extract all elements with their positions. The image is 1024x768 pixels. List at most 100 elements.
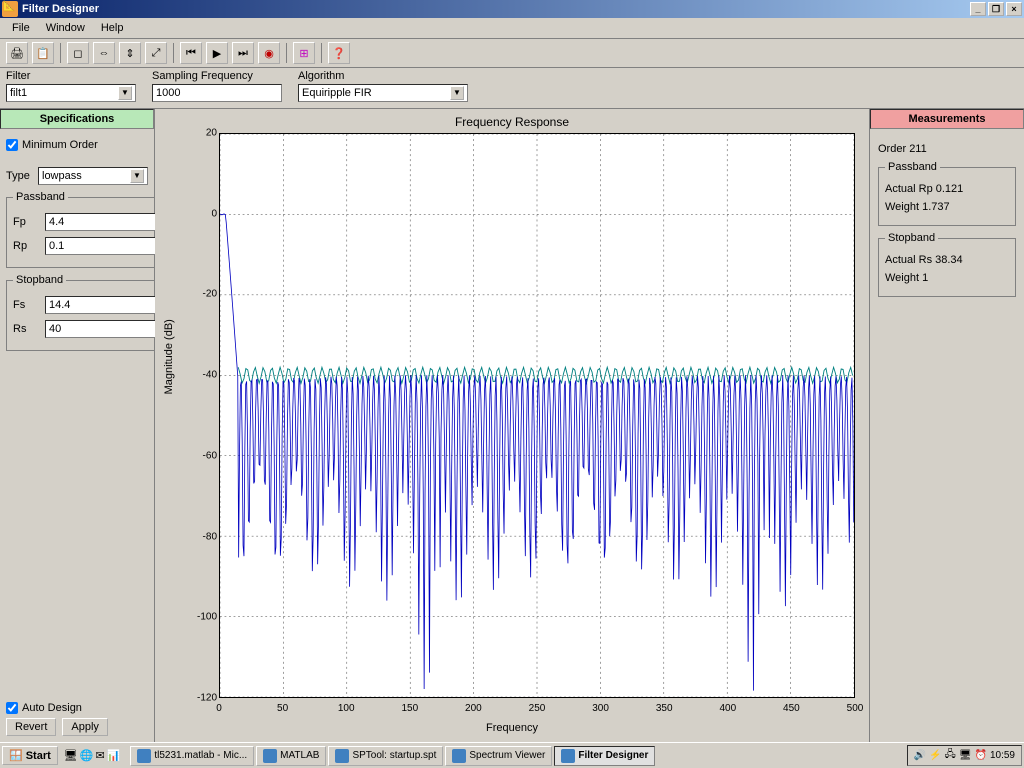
x-tick: 300: [592, 703, 609, 714]
x-tick: 0: [216, 703, 222, 714]
plot-title: Frequency Response: [159, 115, 865, 129]
taskbar-item[interactable]: tl5231.matlab - Mic...: [130, 746, 254, 766]
taskbar-item-active[interactable]: Filter Designer: [554, 746, 655, 766]
taskbar: 🪟 Start 🖥 🌐 ✉ 📊 tl5231.matlab - Mic... M…: [0, 742, 1024, 768]
order-label: Order: [878, 143, 906, 155]
poles-zeros-icon[interactable]: ⊞: [293, 42, 315, 64]
system-tray[interactable]: 🔊 ⚡ 🖧 🖥 ⏰ 10:59: [907, 745, 1022, 766]
specifications-panel: Specifications Minimum Order Type lowpas…: [0, 109, 155, 742]
x-tick: 50: [277, 703, 288, 714]
weight-passband: Weight 1.737: [885, 201, 1009, 213]
filter-icon: [561, 749, 575, 763]
print-icon[interactable]: 🖨: [6, 42, 28, 64]
clock: 10:59: [990, 750, 1015, 761]
y-tick: 0: [189, 208, 217, 219]
type-label: Type: [6, 170, 34, 182]
meas-stopband-fieldset: Stopband Actual Rs 38.34 Weight 1: [878, 232, 1016, 297]
frequency-response-plot[interactable]: [219, 133, 855, 698]
apply-button[interactable]: Apply: [62, 718, 108, 736]
y-tick: -40: [189, 370, 217, 381]
auto-design-checkbox[interactable]: [6, 702, 18, 714]
measurements-panel: Measurements Order 211 Passband Actual R…: [869, 109, 1024, 742]
tray-icon[interactable]: 🖥: [959, 750, 972, 761]
start-label: Start: [26, 750, 51, 762]
taskbar-item[interactable]: Spectrum Viewer: [445, 746, 552, 766]
tray-icon[interactable]: ⏰: [975, 750, 987, 761]
quick-launch-icon[interactable]: ✉: [95, 749, 104, 762]
plot-panel: Frequency Response Magnitude (dB) Freque…: [155, 109, 869, 742]
sampling-freq-input[interactable]: [152, 84, 282, 102]
minimize-button[interactable]: _: [970, 2, 986, 16]
zoom-x-icon[interactable]: ⇔: [93, 42, 115, 64]
menu-window[interactable]: Window: [38, 20, 93, 36]
y-tick: -20: [189, 289, 217, 300]
taskbar-item[interactable]: SPTool: startup.spt: [328, 746, 443, 766]
copy-icon[interactable]: 📋: [32, 42, 54, 64]
menu-file[interactable]: File: [4, 20, 38, 36]
rs-label: Rs: [13, 323, 41, 335]
close-button[interactable]: ×: [1006, 2, 1022, 16]
tray-icon[interactable]: 🔊: [914, 750, 926, 761]
quick-launch-icon[interactable]: 🖥: [64, 749, 78, 762]
spectrum-icon: [452, 749, 466, 763]
measurements-header: Measurements: [870, 109, 1024, 129]
y-tick: -80: [189, 531, 217, 542]
filter-label: Filter: [6, 70, 136, 82]
meas-passband-fieldset: Passband Actual Rp 0.121 Weight 1.737: [878, 161, 1016, 226]
order-value: 211: [909, 143, 927, 155]
menubar: File Window Help: [0, 18, 1024, 39]
matlab-icon: [263, 749, 277, 763]
start-button[interactable]: 🪟 Start: [2, 746, 58, 765]
minimum-order-checkbox[interactable]: [6, 139, 18, 151]
stopband-legend: Stopband: [13, 274, 66, 286]
chevron-down-icon[interactable]: ▼: [118, 86, 132, 100]
meas-stopband-legend: Stopband: [885, 232, 938, 244]
window-title: Filter Designer: [22, 3, 99, 15]
tray-icon[interactable]: 🖧: [945, 747, 956, 764]
maximize-button[interactable]: ❐: [988, 2, 1004, 16]
x-tick: 400: [719, 703, 736, 714]
y-tick: -60: [189, 450, 217, 461]
skip-end-icon[interactable]: ⏭: [232, 42, 254, 64]
overlay-icon[interactable]: ◉: [258, 42, 280, 64]
windows-icon: 🪟: [9, 749, 23, 762]
zoom-y-icon[interactable]: ⇕: [119, 42, 141, 64]
quick-launch-icon[interactable]: 🌐: [80, 749, 94, 762]
y-tick: -100: [189, 612, 217, 623]
menu-help[interactable]: Help: [93, 20, 132, 36]
auto-design-label: Auto Design: [22, 702, 82, 714]
taskbar-item[interactable]: MATLAB: [256, 746, 326, 766]
filter-value: filt1: [10, 87, 27, 99]
word-icon: [137, 749, 151, 763]
sampling-freq-label: Sampling Frequency: [152, 70, 282, 82]
weight-stopband: Weight 1: [885, 272, 1009, 284]
y-tick: -120: [189, 693, 217, 704]
chevron-down-icon[interactable]: ▼: [450, 86, 464, 100]
x-tick: 200: [465, 703, 482, 714]
tray-icon[interactable]: ⚡: [929, 750, 941, 761]
algorithm-dropdown[interactable]: Equiripple FIR ▼: [298, 84, 468, 102]
specifications-header: Specifications: [0, 109, 154, 129]
y-tick: 20: [189, 128, 217, 139]
x-tick: 150: [401, 703, 418, 714]
app-icon: [2, 1, 18, 17]
rp-label: Rp: [13, 240, 41, 252]
play-icon[interactable]: ▶: [206, 42, 228, 64]
type-value: lowpass: [42, 170, 82, 182]
zoom-out-icon[interactable]: ⤢: [145, 42, 167, 64]
chevron-down-icon[interactable]: ▼: [130, 169, 144, 183]
type-dropdown[interactable]: lowpass ▼: [38, 167, 148, 185]
sptool-icon: [335, 749, 349, 763]
x-tick: 500: [847, 703, 864, 714]
quick-launch-icon[interactable]: 📊: [107, 749, 121, 762]
passband-legend: Passband: [13, 191, 68, 203]
zoom-box-icon[interactable]: ◻: [67, 42, 89, 64]
x-tick: 250: [529, 703, 546, 714]
whats-this-icon[interactable]: ❓: [328, 42, 350, 64]
actual-rp: Actual Rp 0.121: [885, 183, 1009, 195]
titlebar: Filter Designer _ ❐ ×: [0, 0, 1024, 18]
revert-button[interactable]: Revert: [6, 718, 56, 736]
filter-dropdown[interactable]: filt1 ▼: [6, 84, 136, 102]
meas-passband-legend: Passband: [885, 161, 940, 173]
skip-start-icon[interactable]: ⏮: [180, 42, 202, 64]
